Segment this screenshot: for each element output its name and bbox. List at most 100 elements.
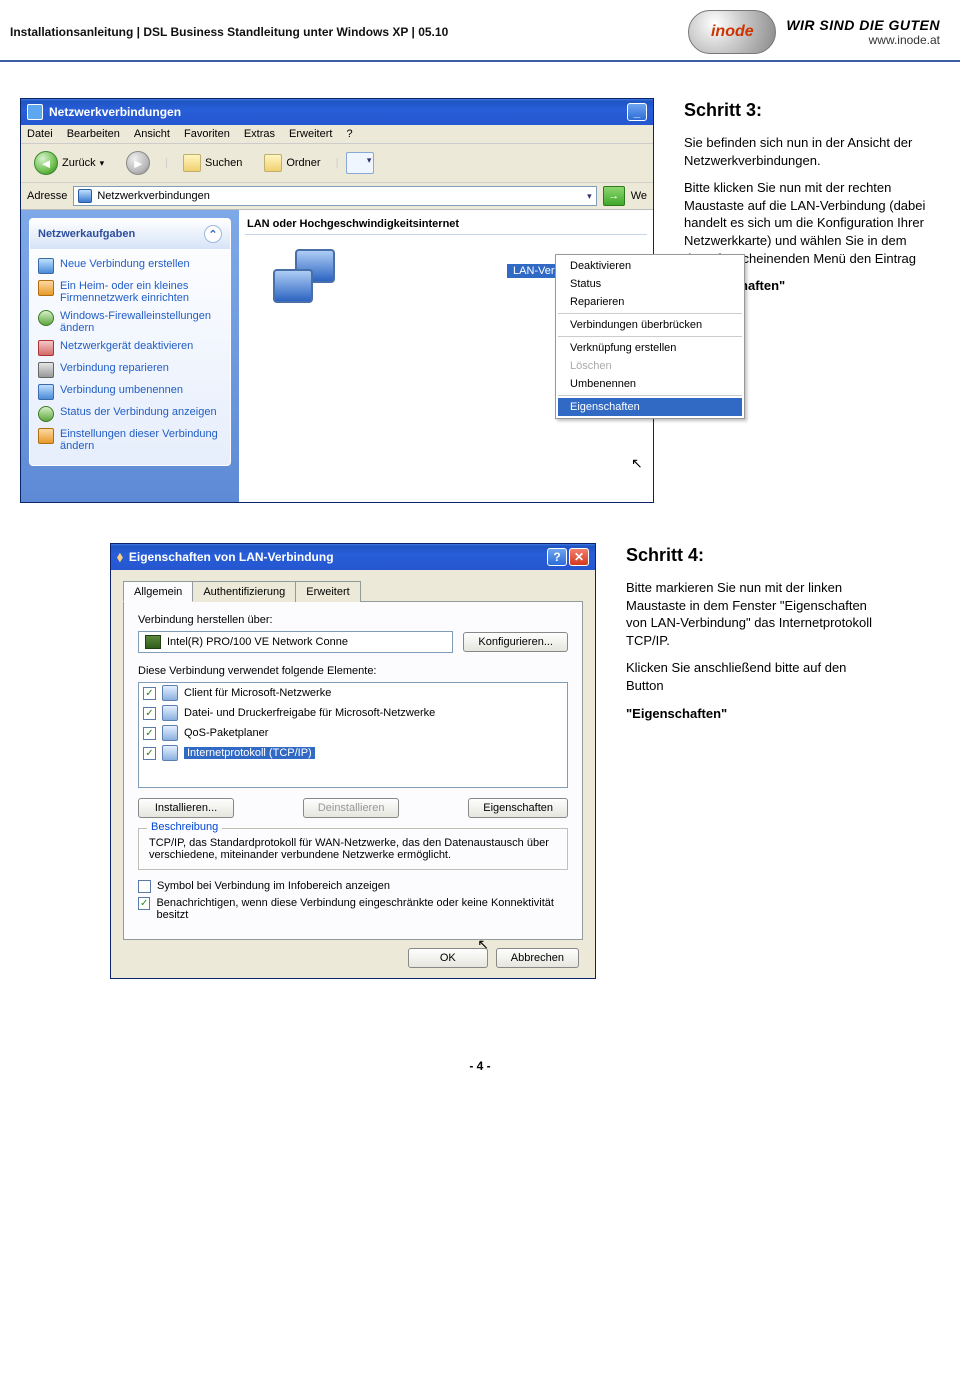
menubar[interactable]: Datei Bearbeiten Ansicht Favoriten Extra… bbox=[21, 125, 653, 144]
menu-item[interactable]: Datei bbox=[27, 128, 53, 140]
task-pane-header[interactable]: Netzwerkaufgaben ⌃ bbox=[30, 219, 230, 249]
group-header: LAN oder Hochgeschwindigkeitsinternet bbox=[245, 218, 647, 235]
elements-label: Diese Verbindung verwendet folgende Elem… bbox=[138, 665, 568, 677]
window-titlebar[interactable]: Netzwerkverbindungen _ bbox=[21, 99, 653, 125]
task-icon bbox=[38, 428, 54, 444]
address-bar: Adresse Netzwerkverbindungen ▾ → We bbox=[21, 183, 653, 210]
task-item[interactable]: Status der Verbindung anzeigen bbox=[36, 403, 224, 425]
chevron-up-icon[interactable]: ⌃ bbox=[204, 225, 222, 243]
task-item[interactable]: Netzwerkgerät deaktivieren bbox=[36, 337, 224, 359]
menu-item[interactable]: Favoriten bbox=[184, 128, 230, 140]
forward-button[interactable]: ► bbox=[119, 148, 157, 178]
service-icon bbox=[162, 685, 178, 701]
folders-button[interactable]: Ordner bbox=[257, 151, 327, 175]
element-item-tcpip[interactable]: ✓Internetprotokoll (TCP/IP) bbox=[139, 743, 567, 763]
step4-row: ⬧ Eigenschaften von LAN-Verbindung ? ✕ A… bbox=[0, 543, 960, 1019]
menu-item[interactable]: Ansicht bbox=[134, 128, 170, 140]
ctx-shortcut[interactable]: Verknüpfung erstellen bbox=[558, 339, 742, 357]
dialog-title: Eigenschaften von LAN-Verbindung bbox=[129, 550, 334, 564]
protocol-icon bbox=[162, 745, 178, 761]
ctx-properties[interactable]: Eigenschaften bbox=[558, 398, 742, 416]
brand-block: inode WIR SIND DIE GUTEN www.inode.at bbox=[688, 10, 940, 54]
window-title: Netzwerkverbindungen bbox=[49, 105, 181, 119]
task-item[interactable]: Verbindung reparieren bbox=[36, 359, 224, 381]
step4-title: Schritt 4: bbox=[626, 543, 876, 567]
properties-button[interactable]: Eigenschaften bbox=[468, 798, 568, 818]
nic-icon bbox=[145, 635, 161, 649]
menu-item[interactable]: Bearbeiten bbox=[67, 128, 120, 140]
address-label: Adresse bbox=[27, 190, 67, 202]
task-icon bbox=[38, 280, 54, 296]
checkbox-icon[interactable]: ✓ bbox=[143, 687, 156, 700]
cursor-icon: ↖ bbox=[631, 455, 643, 472]
tab-advanced[interactable]: Erweitert bbox=[295, 581, 360, 602]
ok-button[interactable]: OK bbox=[408, 948, 488, 968]
ctx-separator bbox=[558, 313, 742, 314]
step3-row: Netzwerkverbindungen _ Datei Bearbeiten … bbox=[0, 98, 960, 543]
task-icon bbox=[38, 406, 54, 422]
task-icon bbox=[38, 258, 54, 274]
task-icon bbox=[38, 340, 54, 356]
ctx-repair[interactable]: Reparieren bbox=[558, 293, 742, 311]
page-number: - 4 - bbox=[0, 1019, 960, 1083]
ctx-bridge[interactable]: Verbindungen überbrücken bbox=[558, 316, 742, 334]
notify-checkbox[interactable]: ✓ Benachrichtigen, wenn diese Verbindung… bbox=[138, 897, 568, 921]
task-icon bbox=[38, 362, 54, 378]
step4-text: Schritt 4: Bitte markieren Sie nun mit d… bbox=[626, 543, 876, 732]
tab-general[interactable]: Allgemein bbox=[123, 581, 193, 602]
ctx-deactivate[interactable]: Deaktivieren bbox=[558, 257, 742, 275]
element-item[interactable]: ✓Client für Microsoft-Netzwerke bbox=[139, 683, 567, 703]
lan-connection-item[interactable] bbox=[273, 249, 335, 311]
header-breadcrumb: Installationsanleitung | DSL Business St… bbox=[10, 25, 448, 39]
elements-list[interactable]: ✓Client für Microsoft-Netzwerke ✓Datei- … bbox=[138, 682, 568, 788]
tabs: Allgemein Authentifizierung Erweitert bbox=[123, 580, 583, 602]
task-item[interactable]: Einstellungen dieser Verbindung ändern bbox=[36, 425, 224, 455]
properties-icon: ⬧ bbox=[117, 549, 123, 565]
cancel-button[interactable]: Abbrechen bbox=[496, 948, 579, 968]
service-icon bbox=[162, 725, 178, 741]
tab-pane-general: Verbindung herstellen über: Intel(R) PRO… bbox=[123, 602, 583, 940]
element-item[interactable]: ✓Datei- und Druckerfreigabe für Microsof… bbox=[139, 703, 567, 723]
show-icon-checkbox[interactable]: Symbol bei Verbindung im Infobereich anz… bbox=[138, 880, 568, 893]
adapter-field: Intel(R) PRO/100 VE Network Conne bbox=[138, 631, 453, 653]
task-pane: Netzwerkaufgaben ⌃ Neue Verbindung erste… bbox=[21, 210, 239, 502]
task-item[interactable]: Verbindung umbenennen bbox=[36, 381, 224, 403]
dialog-titlebar[interactable]: ⬧ Eigenschaften von LAN-Verbindung ? ✕ bbox=[111, 544, 595, 570]
brand-tagline: WIR SIND DIE GUTEN bbox=[786, 17, 940, 33]
page-header: Installationsanleitung | DSL Business St… bbox=[0, 0, 960, 62]
task-item[interactable]: Ein Heim- oder ein kleines Firmennetzwer… bbox=[36, 277, 224, 307]
views-button[interactable] bbox=[346, 152, 374, 174]
minimize-button[interactable]: _ bbox=[627, 103, 647, 121]
checkbox-icon[interactable]: ✓ bbox=[143, 747, 156, 760]
menu-item[interactable]: Extras bbox=[244, 128, 275, 140]
service-icon bbox=[162, 705, 178, 721]
ctx-rename[interactable]: Umbenennen bbox=[558, 375, 742, 393]
go-button[interactable]: → bbox=[603, 186, 625, 206]
checkbox-icon[interactable]: ✓ bbox=[143, 727, 156, 740]
element-item[interactable]: ✓QoS-Paketplaner bbox=[139, 723, 567, 743]
task-item[interactable]: Windows-Firewalleinstellungen ändern bbox=[36, 307, 224, 337]
lan-properties-dialog: ⬧ Eigenschaften von LAN-Verbindung ? ✕ A… bbox=[110, 543, 596, 979]
checkbox-icon[interactable] bbox=[138, 880, 151, 893]
address-field[interactable]: Netzwerkverbindungen ▾ bbox=[73, 186, 596, 206]
close-button[interactable]: ✕ bbox=[569, 548, 589, 566]
inode-logo: inode bbox=[688, 10, 776, 54]
folder-icon bbox=[264, 154, 282, 172]
configure-button[interactable]: Konfigurieren... bbox=[463, 632, 568, 652]
tab-auth[interactable]: Authentifizierung bbox=[192, 581, 296, 602]
help-button[interactable]: ? bbox=[547, 548, 567, 566]
menu-item[interactable]: ? bbox=[346, 128, 352, 140]
checkbox-icon[interactable]: ✓ bbox=[138, 897, 150, 910]
search-button[interactable]: Suchen bbox=[176, 151, 249, 175]
network-icon bbox=[78, 189, 92, 203]
ctx-separator bbox=[558, 336, 742, 337]
back-button[interactable]: ◄Zurück▾ bbox=[27, 148, 111, 178]
install-button[interactable]: Installieren... bbox=[138, 798, 234, 818]
ctx-status[interactable]: Status bbox=[558, 275, 742, 293]
checkbox-icon[interactable]: ✓ bbox=[143, 707, 156, 720]
task-icon bbox=[38, 384, 54, 400]
task-item[interactable]: Neue Verbindung erstellen bbox=[36, 255, 224, 277]
network-connections-window: Netzwerkverbindungen _ Datei Bearbeiten … bbox=[20, 98, 654, 503]
menu-item[interactable]: Erweitert bbox=[289, 128, 332, 140]
task-icon bbox=[38, 310, 54, 326]
